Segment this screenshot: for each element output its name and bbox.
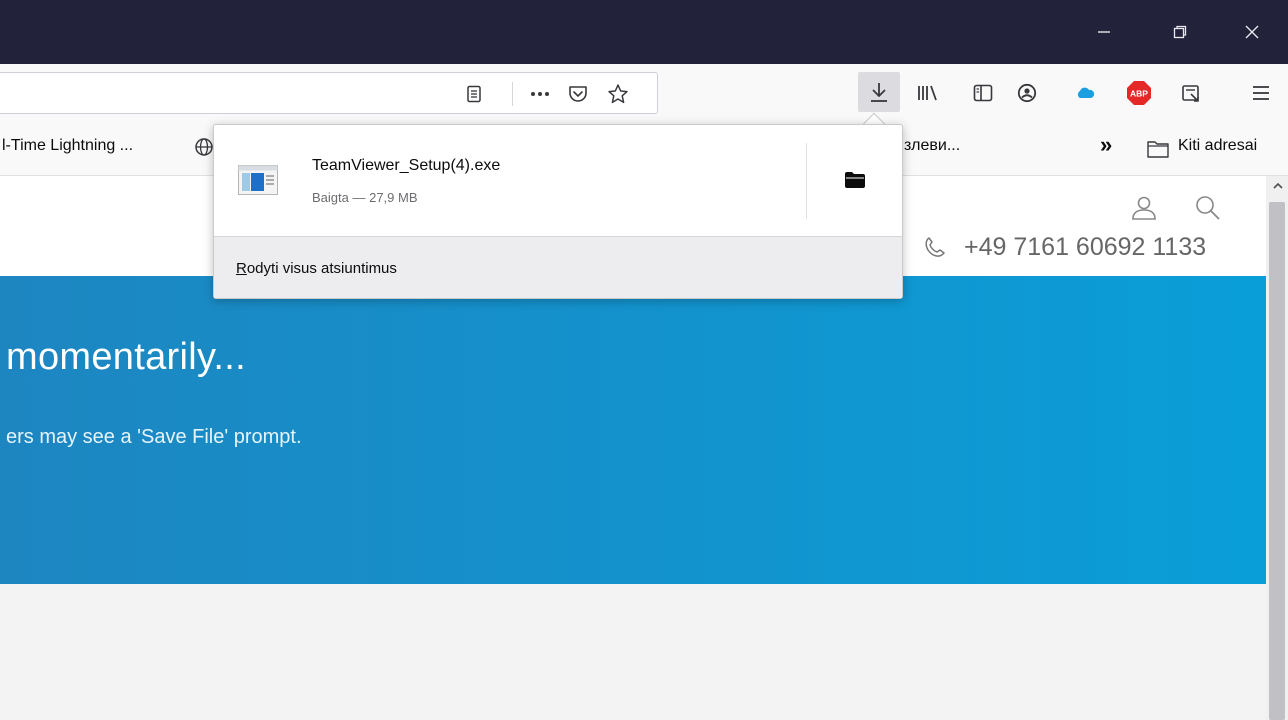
scrollbar-thumb[interactable]: [1269, 202, 1285, 720]
bookmark-item[interactable]: l-Time Lightning ...: [2, 137, 133, 155]
vertical-scrollbar[interactable]: [1266, 176, 1288, 720]
other-bookmarks-folder[interactable]: Kiti adresai: [1178, 137, 1257, 155]
bookmark-item[interactable]: злеви...: [904, 137, 960, 155]
screenshot-extension-icon: [1182, 85, 1199, 102]
exe-file-icon: [238, 165, 278, 195]
reader-view-button[interactable]: [460, 81, 488, 107]
show-in-folder-button[interactable]: [807, 125, 902, 235]
window-titlebar: [0, 0, 1288, 64]
bookmark-star-icon: [608, 84, 628, 104]
account-icon: [1017, 83, 1037, 103]
content-area: [0, 584, 1266, 720]
url-bar[interactable]: [0, 72, 658, 114]
pocket-button[interactable]: [564, 81, 592, 107]
download-item[interactable]: TeamViewer_Setup(4).exe Baigta — 27,9 MB: [214, 125, 902, 235]
account-button[interactable]: [1012, 78, 1042, 108]
user-icon[interactable]: [1130, 194, 1158, 227]
library-button[interactable]: [912, 78, 942, 108]
sidebar-button[interactable]: [968, 78, 998, 108]
close-button[interactable]: [1222, 0, 1282, 64]
adblock-plus-button[interactable]: ABP: [1124, 78, 1154, 108]
navigation-toolbar: ABP: [0, 64, 1288, 120]
show-all-downloads-button[interactable]: Rodyti visus atsiuntimus: [214, 236, 902, 298]
menu-button[interactable]: [1246, 78, 1276, 108]
phone-icon: [925, 236, 945, 257]
downloads-button[interactable]: [858, 72, 900, 112]
scroll-up-arrow-icon[interactable]: [1272, 180, 1284, 194]
url-bar-separator: [512, 82, 513, 106]
hero-banner: momentarily... ers may see a 'Save File'…: [0, 276, 1266, 584]
hero-subtitle: ers may see a 'Save File' prompt.: [6, 426, 302, 448]
hero-title: momentarily...: [6, 336, 246, 378]
page-actions-icon: [531, 92, 549, 96]
phone-number: +49 7161 60692 1133: [964, 233, 1207, 261]
cloud-extension-icon: [1077, 87, 1095, 98]
adblock-plus-icon: ABP: [1127, 81, 1151, 105]
cloud-extension-button[interactable]: [1070, 78, 1100, 108]
close-icon: [1245, 25, 1259, 39]
folder-outline-icon: [1144, 138, 1172, 160]
restore-icon: [1173, 25, 1187, 39]
menu-icon: [1253, 86, 1269, 100]
downloads-panel: TeamViewer_Setup(4).exe Baigta — 27,9 MB…: [213, 124, 903, 299]
sidebar-icon: [973, 84, 993, 102]
pocket-icon: [569, 86, 587, 102]
search-icon[interactable]: [1194, 194, 1222, 227]
minimize-icon: [1098, 31, 1110, 33]
library-icon: [918, 85, 937, 101]
download-file-name: TeamViewer_Setup(4).exe: [312, 157, 501, 174]
bookmarks-overflow-button[interactable]: »: [1100, 132, 1112, 158]
page-actions-button[interactable]: [526, 81, 554, 107]
downloads-icon: [871, 83, 887, 102]
folder-icon: [844, 172, 865, 188]
show-all-downloads-label: Rodyti visus atsiuntimus: [236, 260, 397, 277]
minimize-button[interactable]: [1074, 0, 1134, 64]
reader-view-icon: [467, 85, 481, 103]
download-status: Baigta — 27,9 MB: [312, 190, 418, 205]
screenshot-extension-button[interactable]: [1176, 78, 1206, 108]
phone-contact[interactable]: +49 7161 60692 1133: [922, 233, 1206, 262]
bookmark-star-button[interactable]: [604, 81, 632, 107]
restore-button[interactable]: [1150, 0, 1210, 64]
adblock-label: ABP: [1130, 89, 1148, 99]
